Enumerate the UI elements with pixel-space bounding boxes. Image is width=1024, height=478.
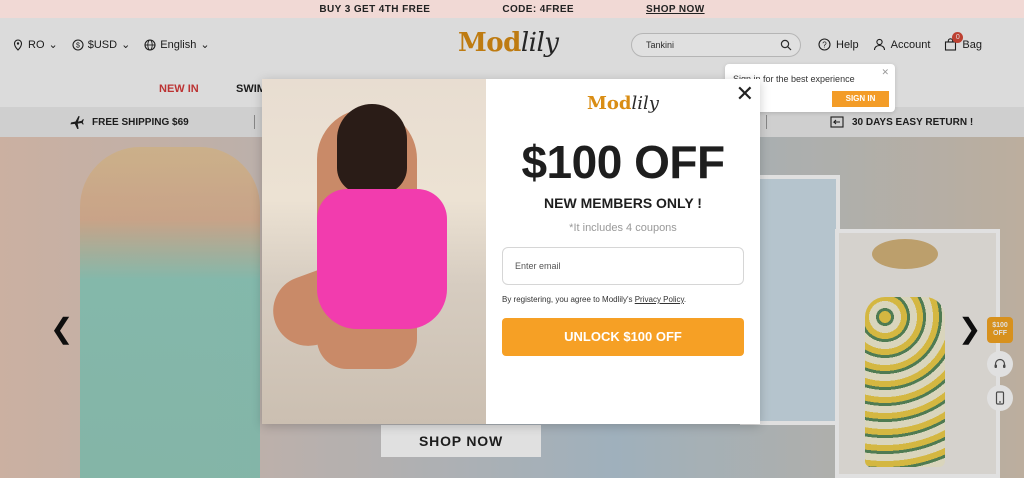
modal-logo: Modlily bbox=[486, 93, 760, 114]
close-icon[interactable]: ✕ bbox=[881, 67, 889, 78]
terms-suffix: . bbox=[683, 295, 687, 304]
promo-code: CODE: 4FREE bbox=[502, 3, 574, 15]
close-icon[interactable]: ✕ bbox=[736, 83, 754, 105]
terms-text: By registering, you agree to Modlily's P… bbox=[502, 295, 686, 304]
modal-subheadline: NEW MEMBERS ONLY ! bbox=[544, 195, 702, 211]
modal-model-image bbox=[262, 79, 486, 424]
promo-bar: BUY 3 GET 4TH FREE CODE: 4FREE SHOP NOW bbox=[0, 0, 1024, 18]
modal-note: *It includes 4 coupons bbox=[569, 222, 677, 234]
modal-content: Modlily ✕ $100 OFF NEW MEMBERS ONLY ! *I… bbox=[486, 79, 760, 424]
promo-offer: BUY 3 GET 4TH FREE bbox=[319, 3, 431, 15]
terms-prefix: By registering, you agree to Modlily's bbox=[502, 295, 633, 304]
signin-button[interactable]: SIGN IN bbox=[832, 91, 889, 107]
promo-shop-now-link[interactable]: SHOP NOW bbox=[646, 4, 705, 15]
modal-headline: $100 OFF bbox=[521, 136, 725, 188]
unlock-offer-button[interactable]: UNLOCK $100 OFF bbox=[502, 318, 744, 356]
email-field[interactable] bbox=[502, 247, 744, 285]
model-swimsuit bbox=[317, 189, 447, 329]
privacy-policy-link[interactable]: Privacy Policy bbox=[635, 295, 684, 304]
model-figure-part bbox=[337, 104, 407, 194]
signup-modal: Modlily ✕ $100 OFF NEW MEMBERS ONLY ! *I… bbox=[262, 79, 760, 424]
logo-text-lily: lily bbox=[631, 93, 659, 114]
logo-text-mod: Mod bbox=[587, 93, 632, 114]
